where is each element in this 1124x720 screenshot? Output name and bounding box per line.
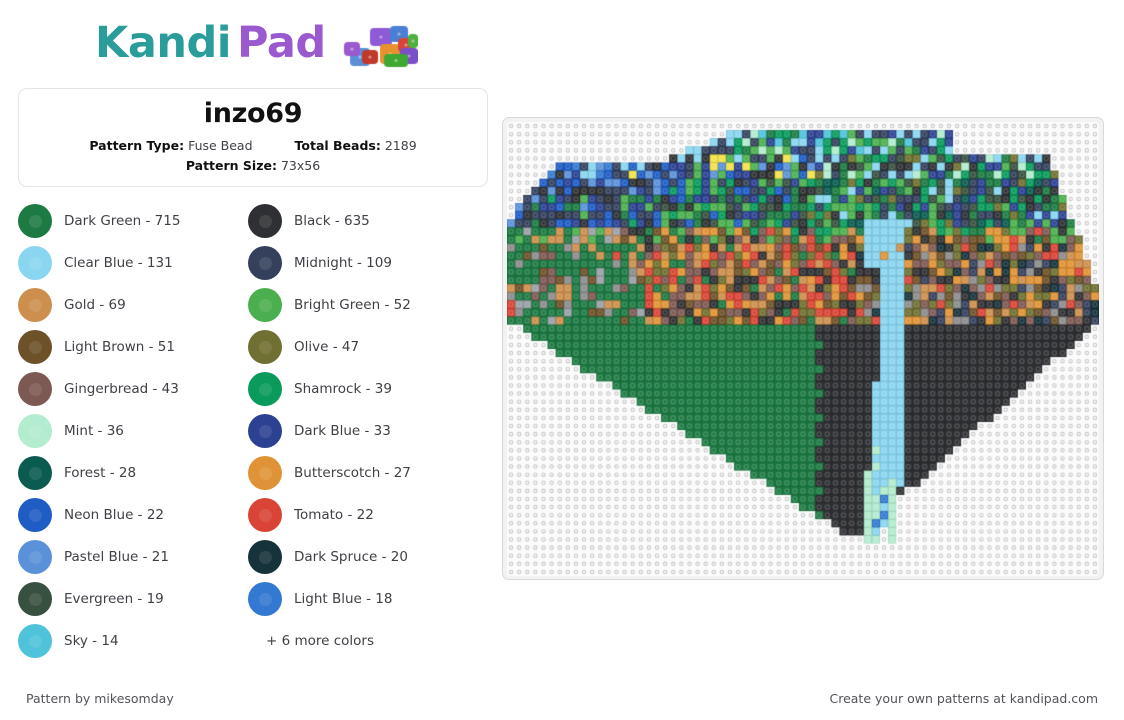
legend-item-label: Midnight - 109 xyxy=(294,255,392,271)
legend-color-swatch xyxy=(248,204,282,238)
legend-item[interactable]: Gingerbread - 43 xyxy=(18,368,248,410)
legend-color-swatch xyxy=(18,204,52,238)
legend-color-swatch xyxy=(248,498,282,532)
pattern-info-card: inzo69 Pattern Type: Fuse Bead Total Bea… xyxy=(18,88,488,187)
legend-item[interactable]: Sky - 14 xyxy=(18,620,248,662)
legend-item-label: Shamrock - 39 xyxy=(294,381,392,397)
total-beads-value: 2189 xyxy=(384,137,417,153)
legend-color-swatch xyxy=(18,288,52,322)
total-beads-meta: Total Beads: 2189 xyxy=(295,138,417,153)
legend-color-swatch xyxy=(18,624,52,658)
meta-row-primary: Pattern Type: Fuse Bead Total Beads: 218… xyxy=(19,138,487,153)
logo-text-kandi: Kandi xyxy=(95,17,231,68)
legend-color-swatch xyxy=(18,540,52,574)
legend-color-swatch xyxy=(18,582,52,616)
footer-promo: Create your own patterns at kandipad.com xyxy=(829,691,1098,706)
legend-item-label: Evergreen - 19 xyxy=(64,591,164,607)
legend-item-label: Gold - 69 xyxy=(64,297,126,313)
footer-credit: Pattern by mikesomday xyxy=(26,691,174,706)
legend-color-swatch xyxy=(248,540,282,574)
app-logo[interactable]: Kandi Pad xyxy=(95,18,418,68)
legend-color-swatch xyxy=(248,582,282,616)
pattern-type-value: Fuse Bead xyxy=(188,137,253,153)
legend-item-label: Butterscotch - 27 xyxy=(294,465,411,481)
legend-item-label: Forest - 28 xyxy=(64,465,137,481)
legend-color-swatch xyxy=(248,456,282,490)
legend-item[interactable]: Butterscotch - 27 xyxy=(248,452,478,494)
legend-item-label: Sky - 14 xyxy=(64,633,119,649)
page-footer: Pattern by mikesomday Create your own pa… xyxy=(0,691,1124,706)
legend-item-label: Gingerbread - 43 xyxy=(64,381,179,397)
legend-color-swatch xyxy=(18,372,52,406)
legend-color-swatch xyxy=(248,246,282,280)
legend-item-label: Light Brown - 51 xyxy=(64,339,175,355)
legend-item-label: Neon Blue - 22 xyxy=(64,507,165,523)
legend-item-label: Olive - 47 xyxy=(294,339,360,355)
legend-color-swatch xyxy=(18,246,52,280)
legend-item[interactable]: Dark Green - 715 xyxy=(18,200,248,242)
legend-item[interactable]: Gold - 69 xyxy=(18,284,248,326)
legend-item[interactable]: Pastel Blue - 21 xyxy=(18,536,248,578)
legend-color-swatch xyxy=(18,330,52,364)
legend-item-label: Tomato - 22 xyxy=(294,507,374,523)
legend-item-label: Dark Blue - 33 xyxy=(294,423,391,439)
legend-color-swatch xyxy=(18,498,52,532)
legend-item-label: Black - 635 xyxy=(294,213,370,229)
pattern-size-value: 73x56 xyxy=(280,157,321,173)
legend-item[interactable]: Clear Blue - 131 xyxy=(18,242,248,284)
legend-item-label: Light Blue - 18 xyxy=(294,591,393,607)
legend-item[interactable]: Neon Blue - 22 xyxy=(18,494,248,536)
legend-item[interactable]: Shamrock - 39 xyxy=(248,368,478,410)
pattern-type-meta: Pattern Type: Fuse Bead xyxy=(89,138,252,153)
pattern-board[interactable] xyxy=(502,117,1104,580)
legend-item-label: Mint - 36 xyxy=(64,423,124,439)
legend-color-swatch xyxy=(248,330,282,364)
pattern-size-label: Pattern Size: xyxy=(185,157,277,173)
legend-color-swatch xyxy=(18,414,52,448)
legend-item-label: Pastel Blue - 21 xyxy=(64,549,169,565)
legend-item[interactable]: Tomato - 22 xyxy=(248,494,478,536)
legend-item[interactable]: Midnight - 109 xyxy=(248,242,478,284)
legend-color-swatch xyxy=(248,414,282,448)
bead-cluster-icon xyxy=(339,22,418,68)
color-legend: Dark Green - 715 Black - 635 Clear Blue - … xyxy=(18,200,488,662)
legend-item-label: Clear Blue - 131 xyxy=(64,255,173,271)
legend-item-label: Dark Spruce - 20 xyxy=(294,549,408,565)
legend-item[interactable]: Mint - 36 xyxy=(18,410,248,452)
more-colors-label: + 6 more colors xyxy=(266,633,375,649)
legend-item[interactable]: Light Brown - 51 xyxy=(18,326,248,368)
legend-item[interactable]: Olive - 47 xyxy=(248,326,478,368)
pattern-bead-grid[interactable] xyxy=(507,122,1099,576)
legend-item[interactable]: Dark Spruce - 20 xyxy=(248,536,478,578)
legend-color-swatch xyxy=(248,372,282,406)
legend-item[interactable]: Bright Green - 52 xyxy=(248,284,478,326)
legend-item[interactable]: Black - 635 xyxy=(248,200,478,242)
total-beads-label: Total Beads: xyxy=(294,137,381,153)
legend-color-swatch xyxy=(18,456,52,490)
page-root: Kandi Pad inzo69 Pattern Type: Fuse Bead… xyxy=(0,0,1124,720)
legend-item[interactable]: Forest - 28 xyxy=(18,452,248,494)
pattern-type-label: Pattern Type: xyxy=(89,137,185,153)
legend-color-swatch xyxy=(248,288,282,322)
meta-row-secondary: Pattern Size: 73x56 xyxy=(19,158,487,173)
page-title: inzo69 xyxy=(203,98,303,129)
pattern-size-meta: Pattern Size: 73x56 xyxy=(186,158,320,173)
legend-item[interactable]: Evergreen - 19 xyxy=(18,578,248,620)
legend-item-label: Bright Green - 52 xyxy=(294,297,411,313)
legend-item[interactable]: Light Blue - 18 xyxy=(248,578,478,620)
logo-text-pad: Pad xyxy=(236,17,326,68)
legend-item[interactable]: Dark Blue - 33 xyxy=(248,410,478,452)
legend-item-label: Dark Green - 715 xyxy=(64,213,181,229)
